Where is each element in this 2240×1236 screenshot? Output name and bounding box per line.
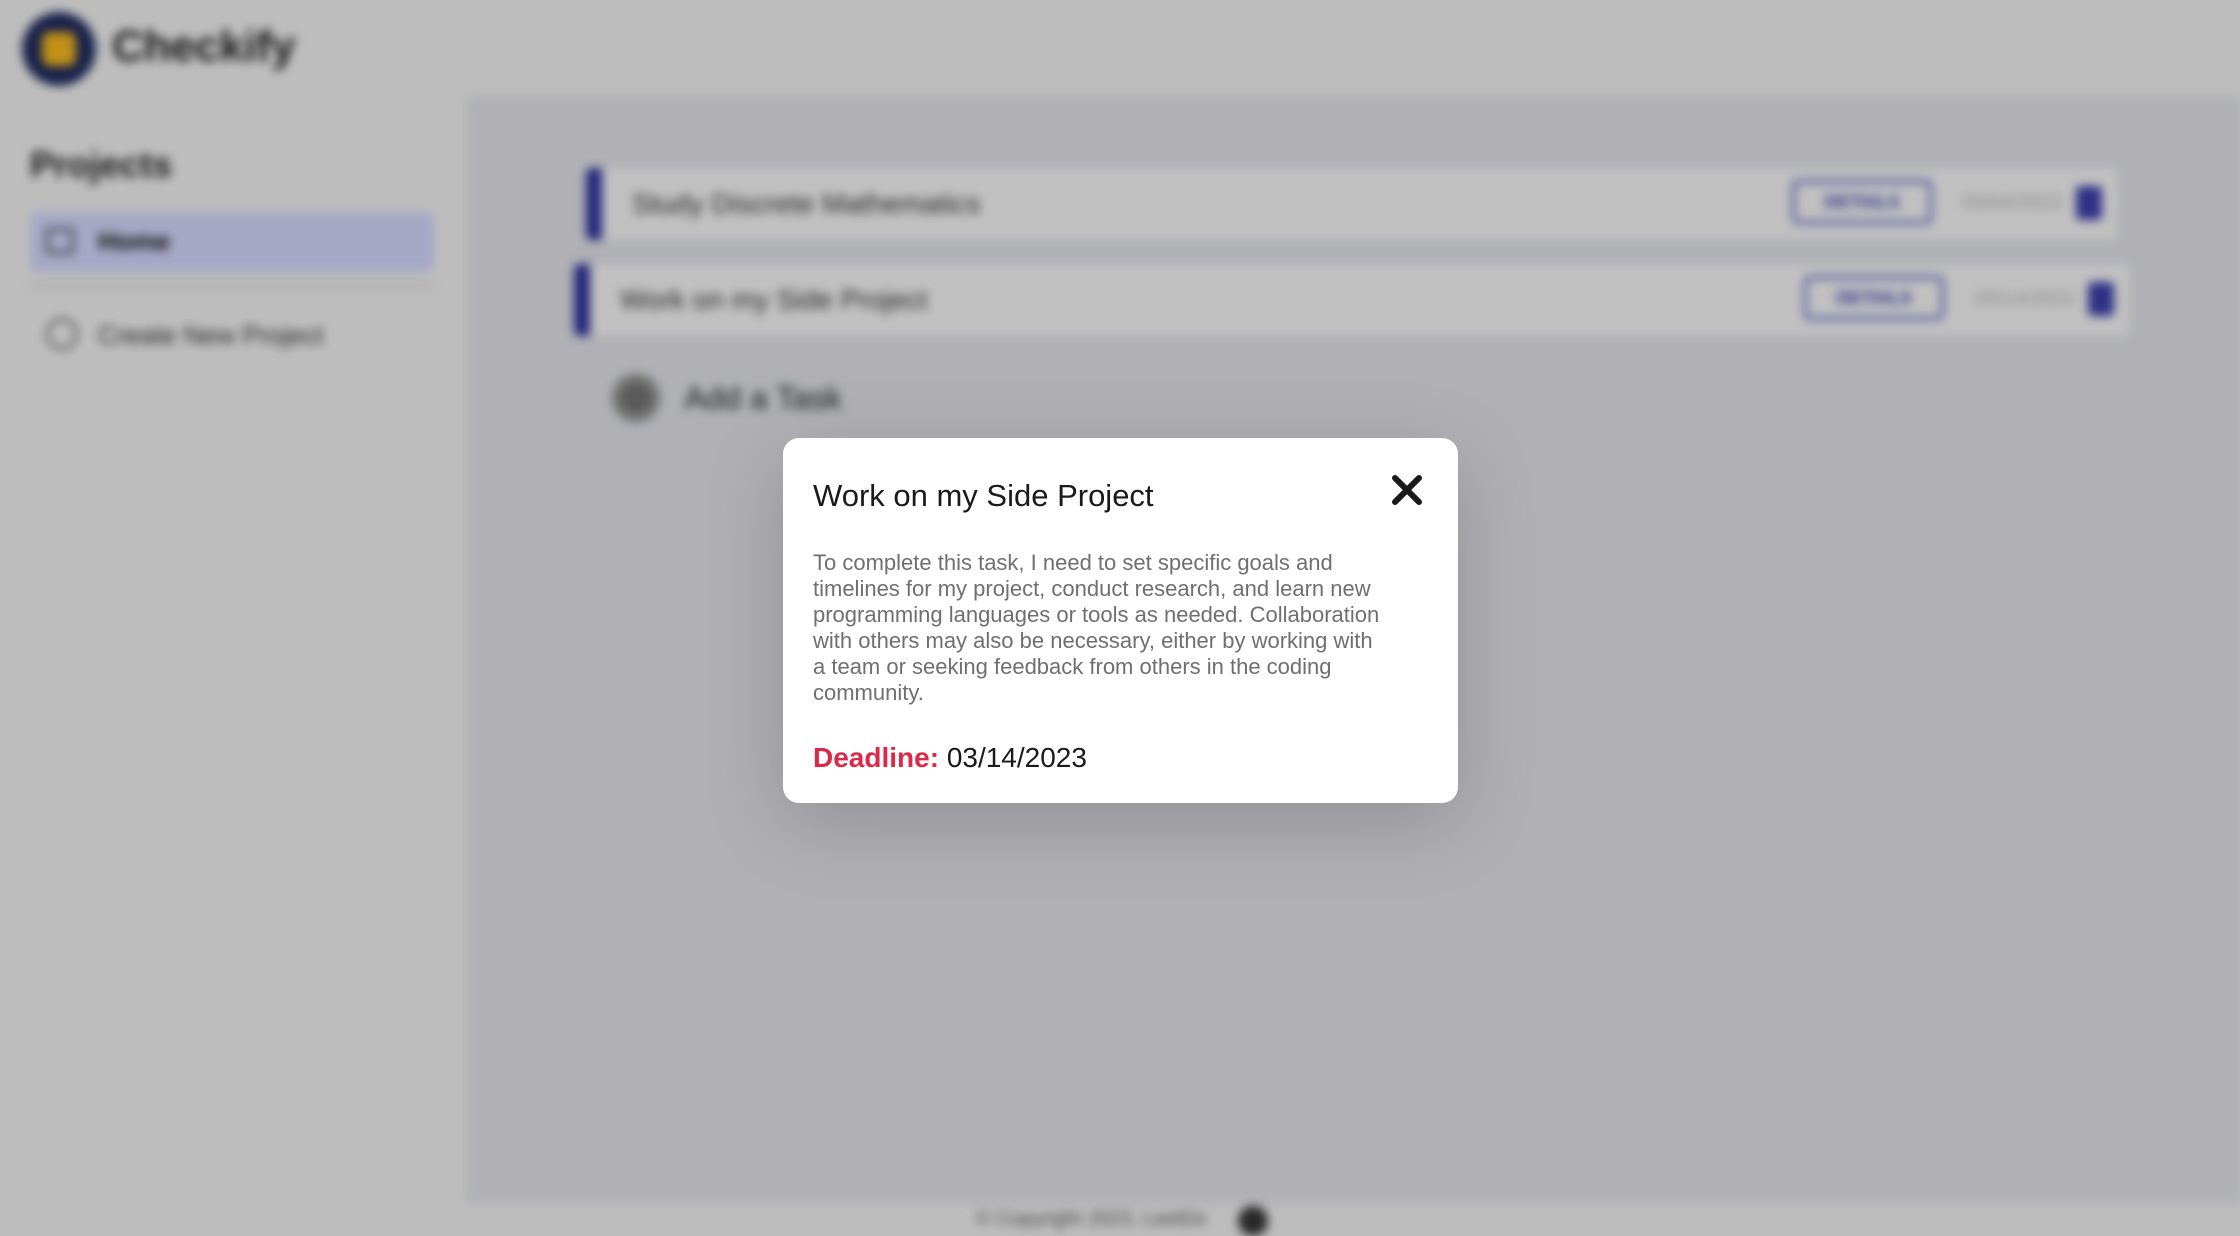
task-details-modal: Work on my Side Project To complete this… [783,438,1458,803]
modal-description: To complete this task, I need to set spe… [813,550,1380,705]
deadline-value: 03/14/2023 [946,742,1087,773]
modal-deadline: Deadline: 03/14/2023 [813,742,1087,774]
deadline-label: Deadline: [813,742,940,773]
app-window: Checkify Projects Home Create New Projec… [0,0,2240,1236]
modal-title: Work on my Side Project [813,478,1154,513]
close-icon[interactable] [1387,470,1427,510]
